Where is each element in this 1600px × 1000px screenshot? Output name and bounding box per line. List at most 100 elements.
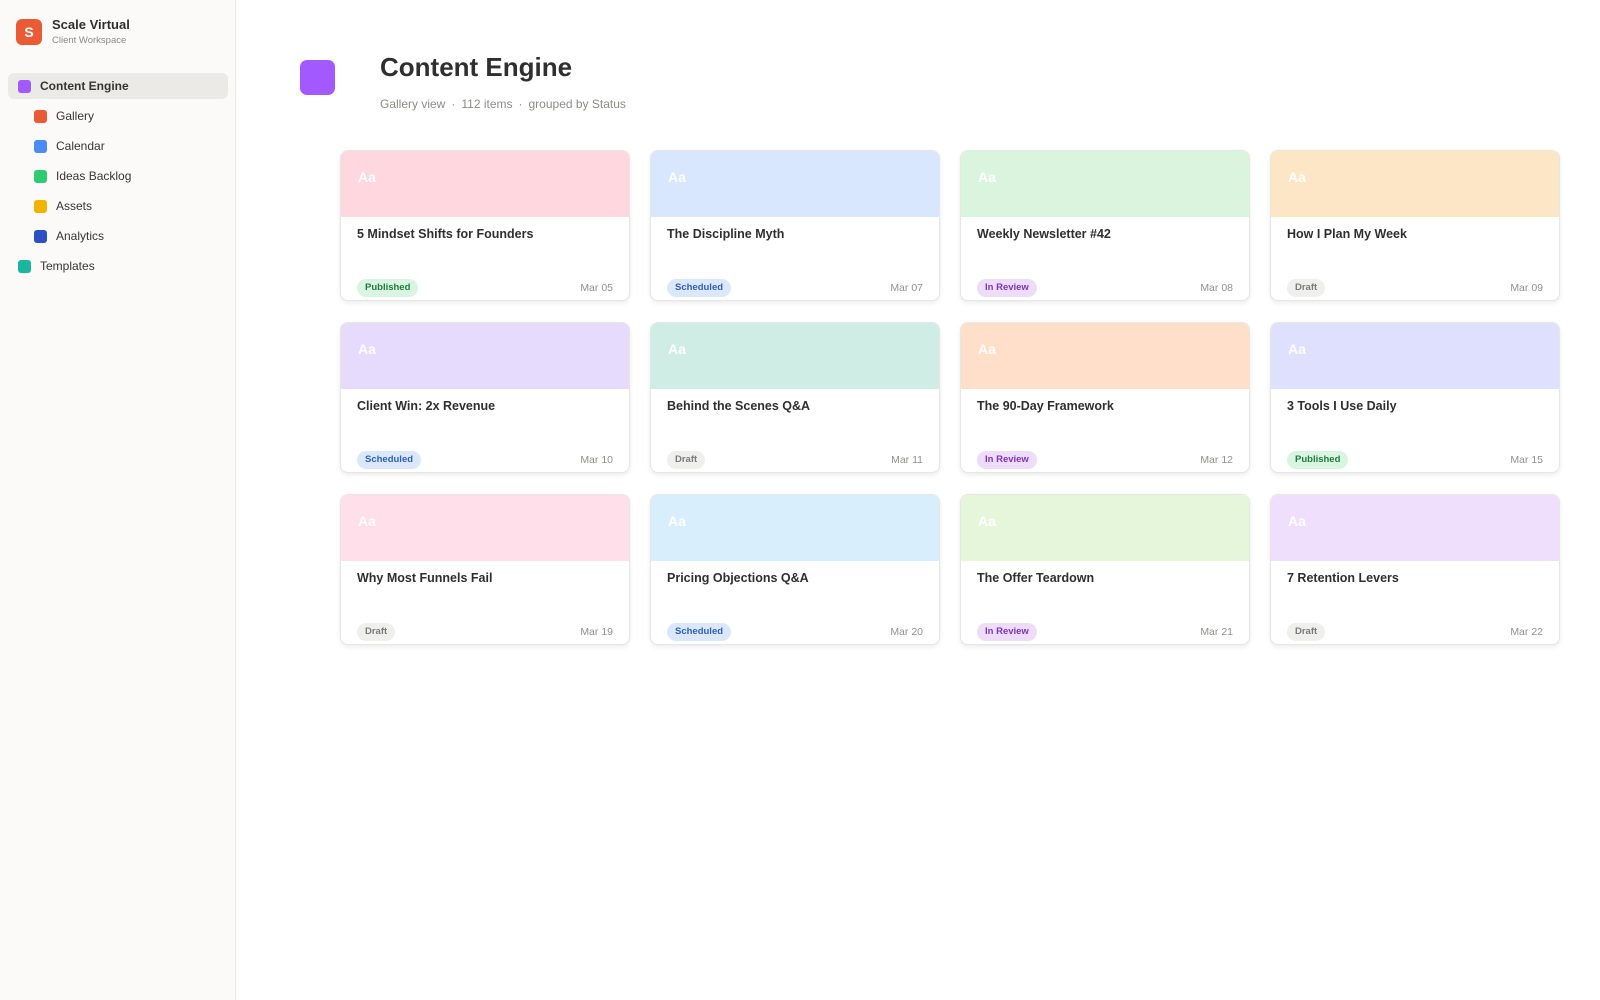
card-cover: Aa [651,495,939,561]
status-badge: Scheduled [667,623,732,641]
card-cover: Aa [961,323,1249,389]
sidebar-item-label: Assets [56,199,93,213]
text-style-icon: Aa [1288,513,1306,529]
gallery-card[interactable]: Aa The Offer Teardown In Review Mar 21 [960,494,1250,645]
card-title: 3 Tools I Use Daily [1287,399,1397,413]
card-date: Mar 08 [1200,282,1233,294]
card-title: The Discipline Myth [667,227,785,241]
card-date: Mar 10 [580,454,613,466]
card-title: Client Win: 2x Revenue [357,399,496,413]
sidebar-item-calendar[interactable]: Calendar [8,133,228,159]
card-title: Pricing Objections Q&A [667,571,809,585]
card-date: Mar 21 [1200,626,1233,638]
item-count: 112 items [461,97,513,111]
card-date: Mar 07 [890,282,923,294]
gallery-card[interactable]: Aa The Discipline Myth Scheduled Mar 07 [650,150,940,301]
page-color-icon [34,109,47,123]
page-color-icon [18,259,31,273]
card-title: How I Plan My Week [1287,227,1407,241]
sidebar-item-label: Ideas Backlog [56,169,132,183]
status-badge: Draft [667,451,706,469]
card-title: Why Most Funnels Fail [357,571,493,585]
sidebar-item-label: Analytics [56,229,105,243]
text-style-icon: Aa [358,169,376,185]
workspace-text: Scale Virtual Client Workspace [52,17,130,47]
page-color-icon [34,169,47,183]
sidebar-item-analytics[interactable]: Analytics [8,223,228,249]
card-date: Mar 20 [890,626,923,638]
card-title: Weekly Newsletter #42 [977,227,1111,241]
card-title: 7 Retention Levers [1287,571,1399,585]
workspace-subtitle: Client Workspace [52,35,127,46]
card-date: Mar 09 [1510,282,1543,294]
card-title: Behind the Scenes Q&A [667,399,811,413]
status-badge: In Review [977,623,1037,641]
gallery-card[interactable]: Aa Why Most Funnels Fail Draft Mar 19 [340,494,630,645]
card-footer: Published Mar 15 [1287,451,1543,469]
text-style-icon: Aa [978,169,996,185]
status-badge: In Review [977,279,1037,297]
card-date: Mar 11 [891,454,923,466]
gallery-card[interactable]: Aa 5 Mindset Shifts for Founders Published… [340,150,630,301]
page-color-icon [34,139,47,153]
card-cover: Aa [1271,323,1559,389]
status-badge: Draft [1287,623,1326,641]
page-color-icon [18,79,31,93]
card-footer: Draft Mar 22 [1287,623,1543,641]
workspace-switcher[interactable]: S Scale Virtual Client Workspace [16,17,130,47]
page-title: Content Engine [380,52,573,82]
card-cover: Aa [341,151,629,217]
gallery-card[interactable]: Aa Weekly Newsletter #42 In Review Mar 08 [960,150,1250,301]
card-footer: Scheduled Mar 07 [667,279,923,297]
card-footer: Published Mar 05 [357,279,613,297]
card-cover: Aa [961,151,1249,217]
page-icon [300,60,335,95]
gallery-card[interactable]: Aa 3 Tools I Use Daily Published Mar 15 [1270,322,1560,473]
sidebar-item-label: Templates [40,259,95,273]
card-date: Mar 05 [580,282,613,294]
card-footer: In Review Mar 08 [977,279,1233,297]
status-badge: Published [357,279,419,297]
gallery-grid: Aa 5 Mindset Shifts for Founders Published… [340,150,1560,645]
card-footer: In Review Mar 12 [977,451,1233,469]
sidebar-item-templates[interactable]: Templates [8,253,228,279]
text-style-icon: Aa [668,341,686,357]
status-badge: Draft [357,623,396,641]
card-footer: Scheduled Mar 20 [667,623,923,641]
sidebar-item-content-engine[interactable]: Content Engine [8,73,228,99]
status-badge: In Review [977,451,1037,469]
meta-separator: · [451,97,456,111]
card-cover: Aa [651,323,939,389]
status-badge: Published [1287,451,1349,469]
card-cover: Aa [341,495,629,561]
card-cover: Aa [1271,495,1559,561]
card-cover: Aa [1271,151,1559,217]
workspace-logo: S [16,19,42,45]
grouping-label: grouped by Status [528,97,626,111]
text-style-icon: Aa [358,513,376,529]
page-color-icon [34,229,47,243]
sidebar-item-label: Gallery [56,109,95,123]
card-date: Mar 15 [1510,454,1543,466]
sidebar-item-ideas-backlog[interactable]: Ideas Backlog [8,163,228,189]
meta-separator: · [518,97,523,111]
page-color-icon [34,199,47,213]
status-badge: Scheduled [667,279,732,297]
gallery-card[interactable]: Aa The 90-Day Framework In Review Mar 12 [960,322,1250,473]
gallery-card[interactable]: Aa Behind the Scenes Q&A Draft Mar 11 [650,322,940,473]
gallery-card[interactable]: Aa How I Plan My Week Draft Mar 09 [1270,150,1560,301]
sidebar-item-gallery[interactable]: Gallery [8,103,228,129]
sidebar-item-label: Calendar [56,139,105,153]
card-cover: Aa [341,323,629,389]
card-footer: Scheduled Mar 10 [357,451,613,469]
text-style-icon: Aa [358,341,376,357]
card-date: Mar 22 [1510,626,1543,638]
gallery-card[interactable]: Aa Pricing Objections Q&A Scheduled Mar 20 [650,494,940,645]
gallery-card[interactable]: Aa 7 Retention Levers Draft Mar 22 [1270,494,1560,645]
sidebar-item-assets[interactable]: Assets [8,193,228,219]
sidebar-nav: Content Engine Gallery Calendar Ideas Backl… [8,73,228,283]
page-meta: Gallery view · 112 items · grouped by Status [380,97,626,111]
gallery-card[interactable]: Aa Client Win: 2x Revenue Scheduled Mar 10 [340,322,630,473]
card-footer: Draft Mar 11 [667,451,923,469]
sidebar-item-label: Content Engine [40,79,129,93]
